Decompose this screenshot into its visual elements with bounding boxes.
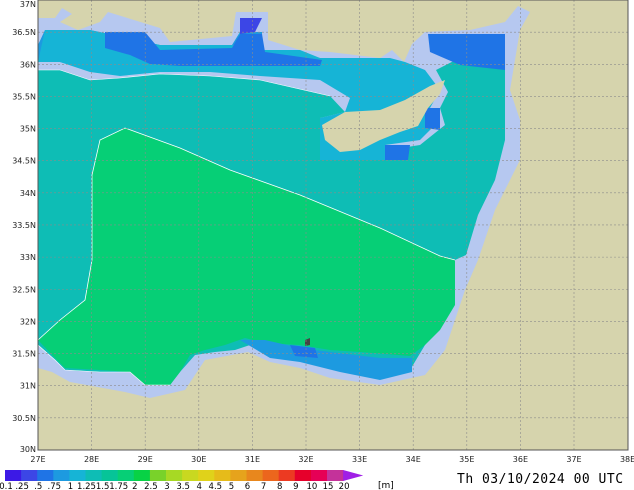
legend-label: 0.1 bbox=[0, 482, 13, 490]
legend-label: 1.5 bbox=[96, 482, 110, 490]
legend-unit: [m] bbox=[378, 481, 394, 490]
lat-tick-label: 33N bbox=[20, 253, 36, 262]
lat-tick-label: 32N bbox=[20, 317, 36, 326]
lon-tick-label: 34E bbox=[406, 455, 421, 464]
lon-tick-label: 31E bbox=[245, 455, 260, 464]
legend-swatch bbox=[327, 470, 344, 481]
color-legend: 0.1.25 .5 .75 1 1.25 1.5 1.75 2 2.5 3 3.5 4 4.5 5 6 7 8 9… bbox=[0, 470, 364, 490]
legend-label: 5 bbox=[229, 482, 234, 490]
legend-label: 6 bbox=[245, 482, 250, 490]
legend-swatch bbox=[230, 470, 247, 481]
legend-swatch bbox=[294, 470, 312, 481]
legend-swatch bbox=[246, 470, 264, 481]
lon-tick-label: 37E bbox=[566, 455, 581, 464]
legend-swatch bbox=[5, 470, 22, 481]
legend-label: 3 bbox=[164, 482, 169, 490]
legend-label: .75 bbox=[48, 482, 62, 490]
legend-swatch bbox=[198, 470, 215, 481]
legend-label: 4 bbox=[196, 482, 201, 490]
lat-tick-label: 30N bbox=[20, 445, 36, 454]
forecast-timestamp: Th 03/10/2024 00 UTC bbox=[457, 472, 624, 487]
lat-tick-label: 33.5N bbox=[12, 221, 36, 230]
legend-swatch bbox=[278, 470, 296, 481]
legend-swatch bbox=[53, 470, 70, 481]
legend-label: 7 bbox=[261, 482, 266, 490]
lon-tick-label: 33E bbox=[352, 455, 367, 464]
lat-tick-label: 35N bbox=[20, 125, 36, 134]
legend-label: .25 bbox=[15, 482, 29, 490]
lat-tick-label: 31.5N bbox=[12, 350, 36, 359]
lon-tick-label: 29E bbox=[138, 455, 153, 464]
legend-label: 8 bbox=[277, 482, 282, 490]
legend-label: 9 bbox=[293, 482, 298, 490]
lon-tick-label: 30E bbox=[191, 455, 206, 464]
legend-label: 4.5 bbox=[209, 482, 223, 490]
legend-swatch bbox=[182, 470, 199, 481]
lat-tick-label: 30.5N bbox=[12, 414, 36, 423]
lat-tick-label: 31N bbox=[20, 382, 36, 391]
lat-tick-label: 32.5N bbox=[12, 285, 36, 294]
legend-swatch bbox=[262, 470, 280, 481]
latitude-labels: 37N 36.5N 36N 35.5N 35N 34.5N 34N 33.5N 33N 32.5N… bbox=[12, 0, 36, 454]
legend-swatch bbox=[310, 470, 328, 481]
legend-label: .5 bbox=[34, 482, 42, 490]
longitude-labels: 27E 28E 29E 30E 31E 32E 33E 34E 35E 36E 37E 38E bbox=[30, 455, 634, 464]
lon-tick-label: 28E bbox=[84, 455, 99, 464]
legend-swatch bbox=[214, 470, 231, 481]
legend-swatch bbox=[85, 470, 103, 481]
lat-tick-label: 36N bbox=[20, 60, 36, 69]
legend-swatch bbox=[149, 470, 167, 481]
legend-label: 10 bbox=[306, 482, 317, 490]
legend-label: 1.25 bbox=[77, 482, 96, 490]
legend-swatch bbox=[117, 470, 135, 481]
lat-tick-label: 35.5N bbox=[12, 92, 36, 101]
sea-patch-cyprus-e bbox=[425, 108, 440, 130]
legend-label: 1 bbox=[68, 482, 73, 490]
wave-height-map: 27E 28E 29E 30E 31E 32E 33E 34E 35E 36E 37E 38E 37N… bbox=[0, 0, 634, 490]
lon-tick-label: 36E bbox=[513, 455, 528, 464]
legend-label: 2.5 bbox=[144, 482, 158, 490]
lat-tick-label: 37N bbox=[20, 0, 36, 9]
legend-label: 2 bbox=[132, 482, 137, 490]
legend-swatch bbox=[101, 470, 119, 481]
legend-swatch bbox=[69, 470, 86, 481]
legend-swatch bbox=[21, 470, 38, 481]
legend-label: 15 bbox=[323, 482, 334, 490]
lon-tick-label: 35E bbox=[459, 455, 474, 464]
lat-tick-label: 34.5N bbox=[12, 157, 36, 166]
legend-label: 3.5 bbox=[176, 482, 190, 490]
lat-tick-label: 34N bbox=[20, 189, 36, 198]
lon-tick-label: 32E bbox=[298, 455, 313, 464]
legend-swatch bbox=[166, 470, 183, 481]
legend-swatch bbox=[133, 470, 151, 481]
lat-tick-label: 36.5N bbox=[12, 28, 36, 37]
lon-tick-label: 27E bbox=[30, 455, 45, 464]
sea-patch-cyprus-s bbox=[385, 145, 410, 160]
legend-swatch bbox=[37, 470, 54, 481]
lon-tick-label: 38E bbox=[620, 455, 634, 464]
legend-label: 20 bbox=[339, 482, 350, 490]
legend-swatch-arrow bbox=[343, 470, 364, 481]
legend-label: 1.75 bbox=[109, 482, 128, 490]
